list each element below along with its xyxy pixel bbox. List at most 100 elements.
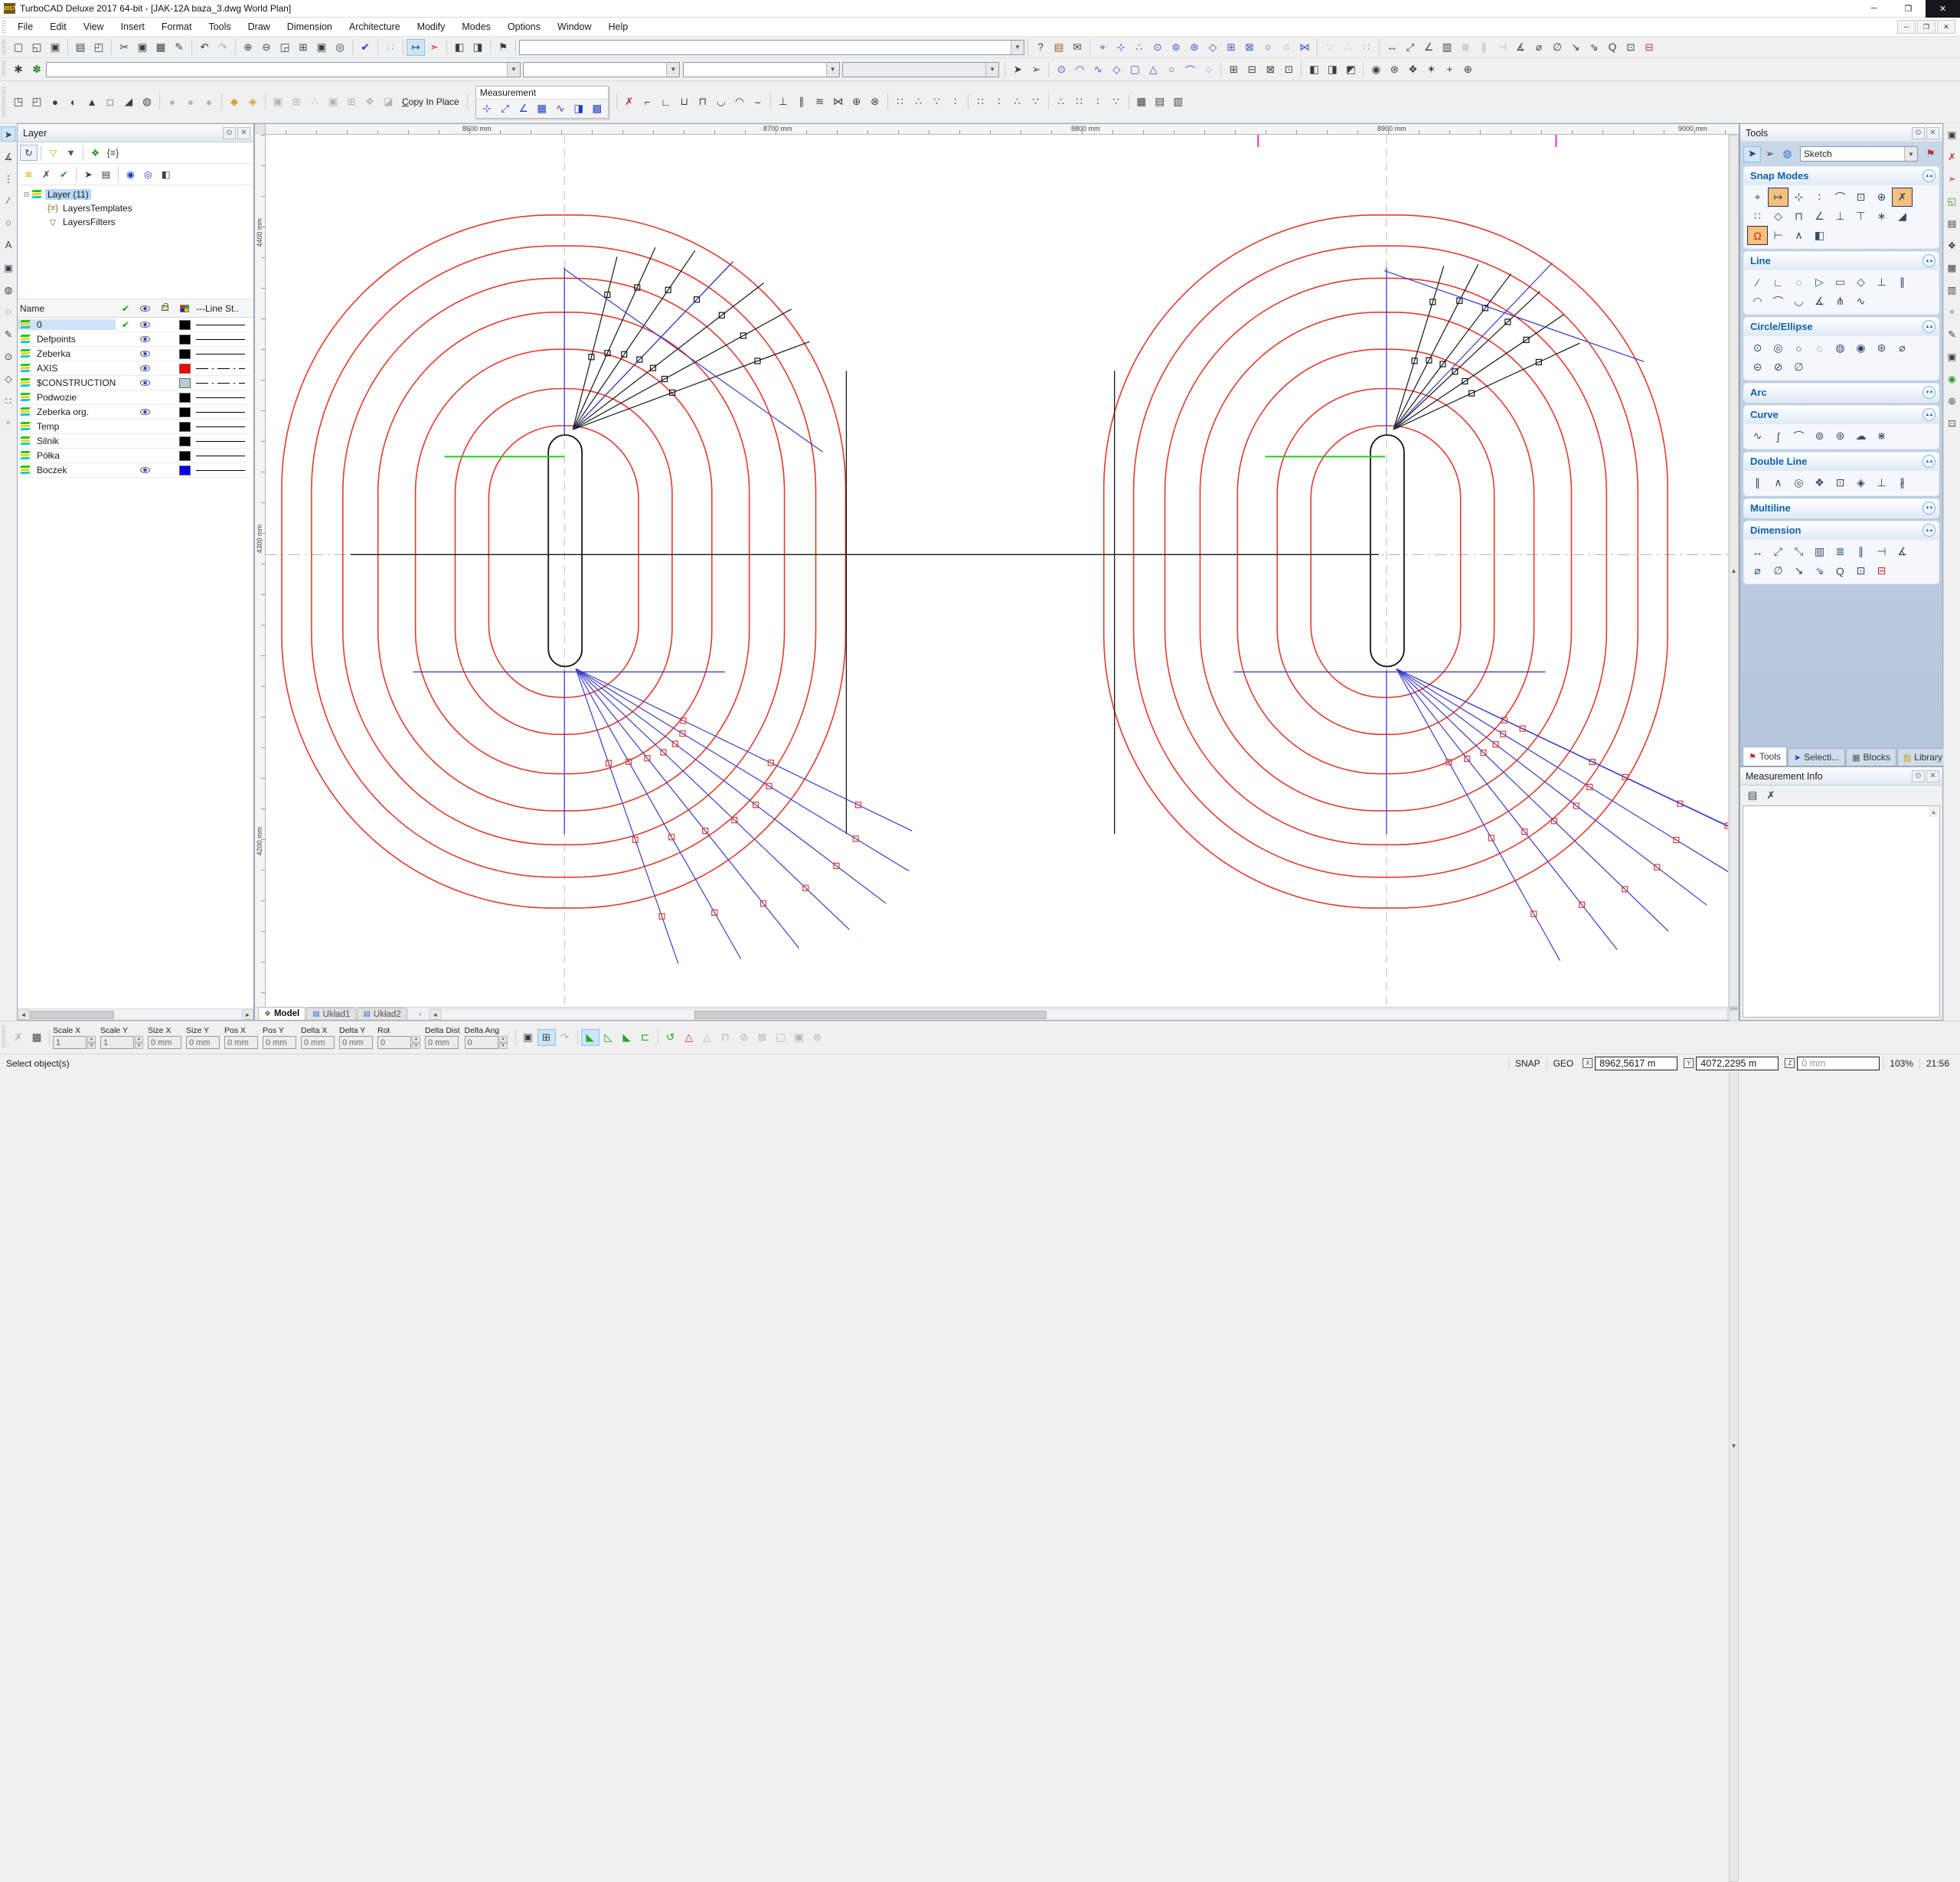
- color-column-icon[interactable]: [180, 304, 189, 312]
- zoom-extents[interactable]: ⊞: [294, 39, 312, 56]
- spinner-control[interactable]: ▲ ▼: [87, 1036, 96, 1049]
- snap-base-mode[interactable]: ⊓: [1788, 207, 1809, 226]
- snap-pointer[interactable]: ➢: [1761, 146, 1779, 162]
- options-tool[interactable]: ▫: [1, 415, 16, 430]
- chevron-up-icon[interactable]: ▲▲: [1922, 320, 1936, 333]
- column-active-icon[interactable]: ✔: [116, 303, 136, 314]
- boolean-mult[interactable]: ⊗: [866, 93, 884, 110]
- array-b1[interactable]: ∷: [972, 93, 990, 110]
- layer-row[interactable]: Zeberka: [18, 347, 253, 361]
- measure-angle[interactable]: ∠: [514, 100, 533, 117]
- filter-funnel[interactable]: ▽: [44, 145, 62, 161]
- chevron-down-icon[interactable]: ▼: [825, 62, 839, 77]
- dim-baseline[interactable]: ≣: [1456, 39, 1475, 56]
- scrollbar-thumb[interactable]: [30, 1010, 114, 1019]
- box-a[interactable]: ▢: [772, 1029, 790, 1046]
- layer-linestyle[interactable]: [196, 411, 245, 413]
- pen-tool[interactable]: ✎: [1, 326, 16, 341]
- measure-distance[interactable]: ⤢: [496, 100, 514, 117]
- chamfer[interactable]: ⌣: [749, 93, 767, 110]
- snap-arc-center-mode[interactable]: ⌒: [1830, 188, 1851, 207]
- zoom-out[interactable]: ⊖: [257, 39, 276, 56]
- line-tangent-arc[interactable]: ◠: [1747, 292, 1768, 311]
- view-top[interactable]: ◩: [1341, 61, 1360, 78]
- curve-spiral-2[interactable]: ⊛: [1830, 426, 1851, 446]
- render-wire[interactable]: ◉: [1367, 61, 1385, 78]
- snap-intersection[interactable]: ⊞: [1222, 39, 1240, 56]
- circle-2point[interactable]: ○: [1788, 338, 1809, 358]
- coord-system[interactable]: ▣: [519, 1029, 537, 1046]
- point-marker-2[interactable]: ∴: [1339, 39, 1357, 56]
- facet-gold[interactable]: ◆: [225, 93, 243, 110]
- maximize-button[interactable]: ❐: [1891, 0, 1926, 18]
- save-file[interactable]: ▣: [46, 39, 64, 56]
- layer-row[interactable]: 0 ✔: [18, 318, 253, 332]
- curve-cloud[interactable]: ☁: [1851, 426, 1871, 446]
- render-quality[interactable]: ✶: [1422, 61, 1440, 78]
- filter-apply[interactable]: ▼: [62, 145, 80, 161]
- menu-architecture[interactable]: Architecture: [341, 18, 409, 37]
- field-input[interactable]: 0 mm: [425, 1036, 459, 1049]
- snap-vertex-mode[interactable]: ⊹: [1788, 188, 1809, 207]
- dim-tolerance[interactable]: ⊟: [1640, 39, 1658, 56]
- group-create[interactable]: ▣: [269, 93, 287, 110]
- field-input[interactable]: 0: [377, 1036, 411, 1049]
- snap-tangent[interactable]: ⊛: [1185, 39, 1204, 56]
- view-right[interactable]: ◨: [1323, 61, 1341, 78]
- measure-coordinate[interactable]: ⊹: [478, 100, 496, 117]
- eye-icon[interactable]: [140, 467, 150, 473]
- redo[interactable]: ↷: [214, 39, 232, 56]
- field-input[interactable]: 0 mm: [263, 1036, 296, 1049]
- style-brush[interactable]: ⚑: [1922, 146, 1939, 162]
- property-combo-4[interactable]: ▼: [842, 61, 1000, 77]
- dline-parallel[interactable]: ∦: [1892, 473, 1913, 492]
- print[interactable]: ▤: [71, 39, 90, 56]
- measure-volume[interactable]: ◨: [570, 100, 588, 117]
- extract-green[interactable]: ◱: [1945, 193, 1960, 208]
- zoom-window[interactable]: ◎: [331, 39, 349, 56]
- dim-angular[interactable]: ∠: [1419, 39, 1438, 56]
- modify-intersect[interactable]: ⊠: [1261, 61, 1279, 78]
- boolean-add[interactable]: ⊕: [848, 93, 866, 110]
- array-b2[interactable]: ∶: [990, 93, 1008, 110]
- menu-edit[interactable]: Edit: [41, 18, 75, 37]
- cad-drawing[interactable]: [266, 135, 1728, 1007]
- selection-info-combo[interactable]: ▼: [519, 39, 1024, 55]
- scroll-left-icon[interactable]: ◄: [429, 1009, 441, 1020]
- menu-modify[interactable]: Modify: [409, 18, 454, 37]
- list-view[interactable]: ▤: [1743, 787, 1762, 804]
- grid-view-3[interactable]: ▥: [1169, 93, 1187, 110]
- block-insert[interactable]: ⊞: [342, 93, 361, 110]
- snap-midpoint[interactable]: ⊹: [1112, 39, 1130, 56]
- doc-tab-model[interactable]: ❖ Model: [258, 1007, 306, 1020]
- dim-leader[interactable]: ↘: [1566, 39, 1585, 56]
- field-input[interactable]: 0 mm: [301, 1036, 335, 1049]
- spinner-control[interactable]: ▲ ▼: [135, 1036, 143, 1049]
- doc-tab-układ2[interactable]: ▤ Układ2: [357, 1008, 407, 1020]
- format-painter[interactable]: ✎: [170, 39, 188, 56]
- mdi-minimize-button[interactable]: ─: [1897, 20, 1916, 34]
- hide-all-eye[interactable]: ◎: [139, 166, 157, 182]
- snap-node[interactable]: ⋈: [1295, 39, 1314, 56]
- pin-icon[interactable]: ⊙: [223, 126, 236, 139]
- array-c4[interactable]: ∵: [1107, 93, 1125, 110]
- palette-tab-selecti[interactable]: ➤ Selecti...: [1787, 748, 1846, 766]
- close-icon[interactable]: ✕: [1926, 769, 1939, 783]
- view-left[interactable]: ◧: [1305, 61, 1323, 78]
- array-b4[interactable]: ∵: [1027, 93, 1045, 110]
- spinner-control[interactable]: ▲ ▼: [412, 1036, 420, 1049]
- no-select[interactable]: ⊛: [808, 1029, 827, 1046]
- sphere-gray-3[interactable]: ●: [200, 93, 218, 110]
- render-hidden[interactable]: ⊛: [1385, 61, 1403, 78]
- layer-row[interactable]: Defpoints: [18, 332, 253, 347]
- chevron-up-icon[interactable]: ▲▲: [1922, 455, 1936, 468]
- solid-torus[interactable]: ◍: [138, 93, 156, 110]
- array-c3[interactable]: ∶: [1089, 93, 1107, 110]
- z-coordinate-value[interactable]: 0 mm: [1797, 1056, 1880, 1070]
- line-single[interactable]: ∕: [1747, 273, 1768, 292]
- copy[interactable]: ▣: [133, 39, 152, 56]
- layer-group[interactable]: {≡}: [104, 145, 122, 161]
- layer-row[interactable]: Silnik: [18, 434, 253, 449]
- eye-icon[interactable]: [140, 336, 150, 342]
- dims-auto[interactable]: ↔: [1747, 542, 1768, 561]
